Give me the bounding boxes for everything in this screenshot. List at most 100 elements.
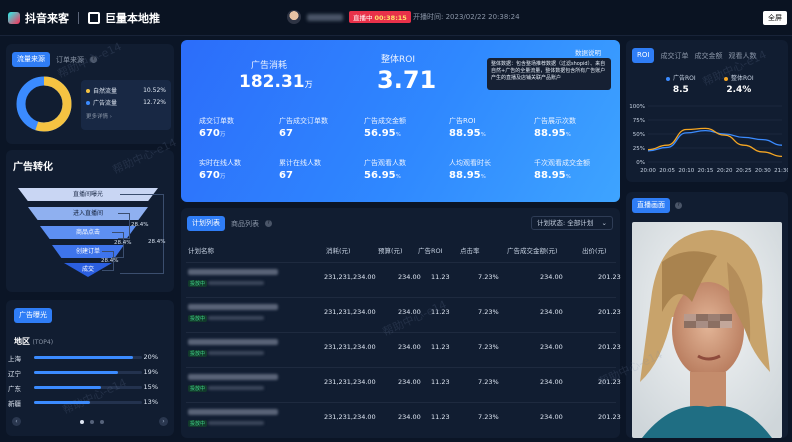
table-cell: 234.00 bbox=[398, 273, 421, 281]
start-time: 开播时间: 2023/02/22 20:38:24 bbox=[413, 13, 520, 21]
table-row[interactable]: 投放中 231,231,234.00 234.00 11.23 7.23% 234.00 2… bbox=[186, 297, 621, 331]
column-header[interactable]: 出价(元) bbox=[582, 245, 607, 255]
table-cell: 234.00 bbox=[398, 413, 421, 421]
table-cell: 11.23 bbox=[431, 308, 450, 316]
help-icon[interactable]: ? bbox=[90, 56, 97, 63]
data-description-link[interactable]: 数据说明 bbox=[575, 47, 601, 57]
region-name: 新疆 bbox=[8, 400, 21, 408]
status-badge: 投放中 bbox=[188, 350, 208, 357]
table-cell: 234.00 bbox=[398, 378, 421, 386]
avatar[interactable] bbox=[287, 10, 301, 24]
username-blurred bbox=[307, 13, 343, 21]
fullscreen-button[interactable]: 全屏 bbox=[763, 11, 787, 25]
metric-label: 成交订单数 bbox=[199, 117, 234, 125]
funnel-rate: 28.4% bbox=[114, 240, 132, 246]
spend-label: 广告消耗 bbox=[251, 61, 288, 71]
column-header[interactable]: 计划名称 bbox=[188, 245, 214, 255]
legend-dot-icon bbox=[666, 76, 670, 81]
page-dot[interactable] bbox=[90, 420, 94, 424]
live-stream-video[interactable] bbox=[632, 222, 782, 438]
metric-value: 88.95% bbox=[449, 170, 486, 181]
region-title-text: 地区 bbox=[14, 337, 30, 346]
status-badge: 投放中 bbox=[188, 315, 208, 322]
region-percent: 19% bbox=[143, 368, 158, 376]
region-subtitle: (TOP4) bbox=[32, 339, 54, 346]
funnel-rate: 28.4% bbox=[148, 239, 166, 245]
column-header[interactable]: 广告成交金额(元) bbox=[507, 245, 558, 255]
column-header[interactable]: 点击率 bbox=[460, 245, 480, 255]
metric-number: 88.95 bbox=[449, 170, 481, 181]
more-details-link[interactable]: 更多详情 › bbox=[86, 112, 166, 120]
metric-value: 67 bbox=[279, 128, 293, 139]
live-stream-tag: 直播画面 bbox=[632, 198, 670, 213]
region-percent: 13% bbox=[143, 398, 158, 406]
top-bar: 抖音来客 巨量本地推 直播中 00:38:15 开播时间: 2023/02/22 … bbox=[0, 0, 792, 36]
plan-name-blurred[interactable] bbox=[188, 374, 278, 380]
metric-label: 人均观看时长 bbox=[449, 159, 491, 167]
region-bar-track bbox=[34, 401, 142, 404]
help-icon[interactable]: ? bbox=[265, 220, 272, 227]
tab-traffic-source[interactable]: 流量来源 bbox=[12, 52, 50, 67]
brand-divider bbox=[78, 12, 79, 24]
plan-name-blurred[interactable] bbox=[188, 269, 278, 275]
metric-number: 67 bbox=[279, 128, 293, 139]
plan-id-blurred bbox=[208, 316, 264, 320]
kpi-value: 8.5 bbox=[672, 85, 689, 95]
status-badge: 投放中 bbox=[188, 385, 208, 392]
y-tick-label: 50% bbox=[633, 132, 645, 138]
region-row: 新疆 13% bbox=[8, 398, 164, 408]
metric-value: 88.95% bbox=[449, 128, 486, 139]
traffic-donut-chart bbox=[16, 76, 72, 132]
tab-plan-list[interactable]: 计划列表 bbox=[187, 216, 225, 231]
table-row[interactable]: 投放中 231,231,234.00 234.00 11.23 7.23% 234.00 2… bbox=[186, 332, 621, 366]
table-cell: 7.23% bbox=[478, 378, 499, 386]
table-cell: 234.00 bbox=[540, 413, 563, 421]
next-arrow-icon[interactable]: › bbox=[159, 417, 168, 426]
table-cell: 231,231,234.00 bbox=[324, 343, 376, 351]
data-description-tooltip: 整体数据：包含整场推荐数据（过滤shopid）、来自自然+广告的全量流量，整体数… bbox=[487, 58, 611, 90]
table-cell: 234.00 bbox=[540, 343, 563, 351]
metric-unit: % bbox=[565, 132, 571, 138]
table-cell: 234.00 bbox=[540, 273, 563, 281]
help-icon[interactable]: ? bbox=[675, 202, 682, 209]
spend-number: 182.31 bbox=[239, 72, 305, 92]
tab-gmv[interactable]: 成交金额 bbox=[694, 51, 722, 61]
metric-number: 88.95 bbox=[449, 128, 481, 139]
legend-item: 自然流量 10.52% bbox=[86, 84, 166, 96]
x-tick-label: 20:20 bbox=[717, 168, 733, 174]
brand-left: 抖音来客 bbox=[25, 12, 69, 25]
column-header[interactable]: 广告ROI bbox=[418, 245, 443, 255]
page-dot[interactable] bbox=[100, 420, 104, 424]
column-header[interactable]: 消耗(元) bbox=[326, 245, 351, 255]
x-tick-label: 20:10 bbox=[678, 168, 694, 174]
plan-status-select[interactable]: 计划状态: 全部计划 ⌄ bbox=[531, 216, 613, 230]
table-cell: 234.00 bbox=[540, 308, 563, 316]
metric-unit: % bbox=[565, 174, 571, 180]
plan-name-blurred[interactable] bbox=[188, 409, 278, 415]
legend-value: 10.52% bbox=[143, 86, 166, 94]
table-row[interactable]: 投放中 231,231,234.00 234.00 11.23 7.23% 234.00 2… bbox=[186, 402, 621, 436]
plan-name-blurred[interactable] bbox=[188, 339, 278, 345]
table-row[interactable]: 投放中 231,231,234.00 234.00 11.23 7.23% 234.00 2… bbox=[186, 262, 621, 296]
tab-product-list[interactable]: 商品列表 bbox=[231, 219, 259, 229]
status-badge: 投放中 bbox=[188, 420, 208, 427]
x-tick-label: 21:30 bbox=[774, 168, 788, 174]
tab-order-source[interactable]: 订单来源 bbox=[56, 55, 84, 65]
metric-unit: 万 bbox=[219, 174, 226, 180]
table-row[interactable]: 投放中 231,231,234.00 234.00 11.23 7.23% 234.00 2… bbox=[186, 367, 621, 401]
x-tick-label: 20:05 bbox=[659, 168, 675, 174]
tab-viewers[interactable]: 观看人数 bbox=[728, 51, 756, 61]
tab-roi[interactable]: ROI bbox=[632, 48, 655, 63]
prev-arrow-icon[interactable]: ‹ bbox=[12, 417, 21, 426]
column-header[interactable]: 预算(元) bbox=[378, 245, 403, 255]
region-name: 广东 bbox=[8, 385, 21, 393]
region-bar bbox=[34, 356, 134, 359]
metric-unit: % bbox=[480, 132, 486, 138]
metric-number: 670 bbox=[199, 128, 220, 139]
page-dot[interactable] bbox=[80, 420, 84, 424]
tab-orders[interactable]: 成交订单 bbox=[660, 51, 688, 61]
plan-name-blurred[interactable] bbox=[188, 304, 278, 310]
roi-value: 3.71 bbox=[377, 66, 437, 94]
metric-number: 56.95 bbox=[364, 128, 396, 139]
legend-dot-icon bbox=[724, 76, 728, 81]
